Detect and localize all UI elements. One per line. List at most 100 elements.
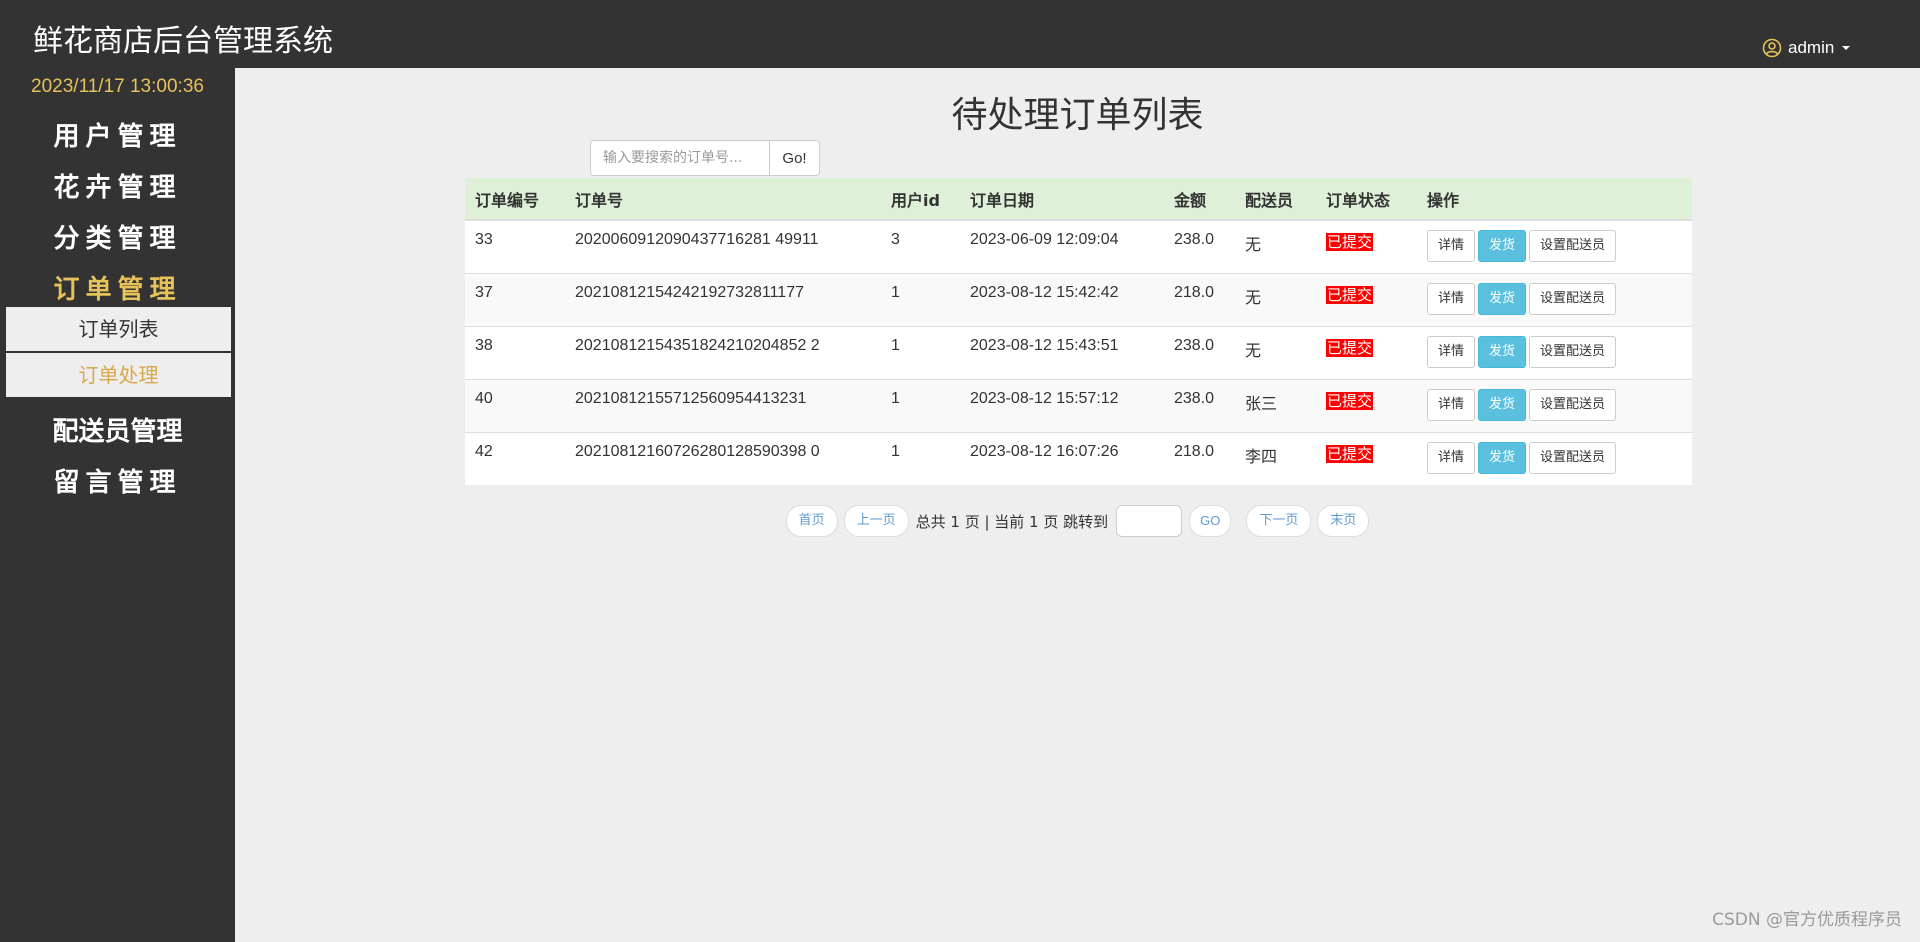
detail-button[interactable]: 详情 [1427, 230, 1476, 262]
table-row: 37 20210812154242192732811177 1 2023-08-… [465, 272, 1692, 326]
cell-amount: 218.0 [1164, 272, 1235, 326]
set-courier-button[interactable]: 设置配送员 [1529, 335, 1617, 368]
top-header: 鲜花商店后台管理系统 admin [0, 0, 1920, 68]
cell-actions: 详情 发货 设置配送员 [1417, 378, 1692, 432]
last-page-button[interactable]: 末页 [1317, 505, 1370, 537]
jump-page-input[interactable] [1116, 505, 1183, 537]
cell-status: 已提交 [1316, 431, 1417, 485]
ship-button[interactable]: 发货 [1478, 388, 1527, 421]
sidebar-item-courier-management[interactable]: 配送员管理 [0, 411, 235, 448]
sidebar-item-category-management[interactable]: 分类管理 [0, 218, 235, 255]
cell-status: 已提交 [1316, 272, 1417, 326]
status-badge: 已提交 [1326, 338, 1374, 357]
chevron-down-icon [1842, 46, 1851, 50]
col-header-status: 订单状态 [1316, 178, 1417, 221]
cell-order-id: 42 [465, 431, 565, 485]
col-header-courier: 配送员 [1235, 178, 1316, 221]
table-row: 42 20210812160726280128590398 0 1 2023-0… [465, 431, 1692, 485]
cell-amount: 238.0 [1164, 325, 1235, 379]
detail-button[interactable]: 详情 [1427, 388, 1476, 421]
set-courier-button[interactable]: 设置配送员 [1529, 441, 1617, 474]
table-row: 40 20210812155712560954413231 1 2023-08-… [465, 378, 1692, 432]
cell-actions: 详情 发货 设置配送员 [1417, 272, 1692, 326]
cell-actions: 详情 发货 设置配送员 [1417, 431, 1692, 485]
col-header-actions: 操作 [1417, 178, 1692, 221]
cell-order-date: 2023-08-12 15:57:12 [960, 378, 1164, 432]
col-header-order-no: 订单号 [565, 178, 881, 221]
ship-button[interactable]: 发货 [1478, 441, 1527, 474]
watermark: CSDN @官方优质程序员 [1712, 910, 1902, 930]
sidebar-subitem-order-list[interactable]: 订单列表 [6, 307, 231, 351]
col-header-amount: 金额 [1164, 178, 1235, 221]
jump-go-button[interactable]: GO [1189, 505, 1232, 537]
set-courier-button[interactable]: 设置配送员 [1529, 388, 1617, 421]
cell-order-no: 20210812155712560954413231 [565, 378, 881, 432]
cell-status: 已提交 [1316, 325, 1417, 379]
col-header-user-id: 用户id [881, 178, 960, 221]
set-courier-button[interactable]: 设置配送员 [1529, 230, 1617, 262]
cell-courier: 李四 [1235, 431, 1316, 485]
cell-status: 已提交 [1316, 378, 1417, 432]
col-header-order-id: 订单编号 [465, 178, 565, 221]
username[interactable]: admin [1788, 38, 1834, 58]
user-menu[interactable]: admin [1762, 38, 1851, 58]
app-title: 鲜花商店后台管理系统 [33, 24, 333, 59]
cell-user-id: 1 [881, 378, 960, 432]
cell-order-date: 2023-06-09 12:09:04 [960, 219, 1164, 273]
cell-courier: 张三 [1235, 378, 1316, 432]
status-badge: 已提交 [1326, 285, 1374, 304]
cell-actions: 详情 发货 设置配送员 [1417, 219, 1692, 273]
cell-order-no: 2020060912090437716281 49911 [565, 219, 881, 273]
detail-button[interactable]: 详情 [1427, 335, 1476, 368]
table-header-row: 订单编号 订单号 用户id 订单日期 金额 配送员 订单状态 操作 [465, 178, 1692, 221]
next-page-button[interactable]: 下一页 [1246, 505, 1312, 537]
status-badge: 已提交 [1326, 391, 1374, 410]
cell-status: 已提交 [1316, 219, 1417, 273]
cell-user-id: 1 [881, 431, 960, 485]
cell-order-date: 2023-08-12 15:43:51 [960, 325, 1164, 379]
search-go-button[interactable]: Go! [770, 140, 820, 176]
orders-table: 订单编号 订单号 用户id 订单日期 金额 配送员 订单状态 操作 33 202… [465, 178, 1692, 485]
cell-order-no: 20210812154242192732811177 [565, 272, 881, 326]
sidebar-item-message-management[interactable]: 留言管理 [0, 462, 235, 499]
cell-amount: 218.0 [1164, 431, 1235, 485]
pagination: 首页 上一页 总共 1 页 | 当前 1 页 跳转到 GO 下一页 末页 [0, 505, 1920, 537]
status-badge: 已提交 [1326, 444, 1374, 463]
cell-order-id: 33 [465, 219, 565, 273]
detail-button[interactable]: 详情 [1427, 282, 1476, 315]
cell-order-date: 2023-08-12 15:42:42 [960, 272, 1164, 326]
cell-amount: 238.0 [1164, 219, 1235, 273]
cell-courier: 无 [1235, 272, 1316, 326]
ship-button[interactable]: 发货 [1478, 282, 1527, 315]
user-circle-icon [1762, 38, 1782, 58]
cell-courier: 无 [1235, 219, 1316, 273]
order-search-input[interactable] [590, 140, 770, 176]
first-page-button[interactable]: 首页 [785, 505, 838, 537]
sidebar-item-user-management[interactable]: 用户管理 [0, 116, 235, 153]
ship-button[interactable]: 发货 [1478, 335, 1527, 368]
sidebar-item-order-management[interactable]: 订单管理 [0, 269, 235, 306]
cell-amount: 238.0 [1164, 378, 1235, 432]
page-info: 总共 1 页 | 当前 1 页 跳转到 [915, 512, 1109, 531]
set-courier-button[interactable]: 设置配送员 [1529, 282, 1617, 315]
sidebar-clock: 2023/11/17 13:00:36 [31, 76, 204, 97]
cell-user-id: 1 [881, 272, 960, 326]
cell-order-id: 37 [465, 272, 565, 326]
cell-order-no: 20210812160726280128590398 0 [565, 431, 881, 485]
cell-order-no: 20210812154351824210204852 2 [565, 325, 881, 379]
cell-order-id: 38 [465, 325, 565, 379]
sidebar-subitem-order-processing[interactable]: 订单处理 [6, 353, 231, 397]
cell-user-id: 1 [881, 325, 960, 379]
ship-button[interactable]: 发货 [1478, 230, 1527, 262]
col-header-order-date: 订单日期 [960, 178, 1164, 221]
table-row: 38 20210812154351824210204852 2 1 2023-0… [465, 325, 1692, 379]
table-row: 33 2020060912090437716281 49911 3 2023-0… [465, 219, 1692, 273]
cell-user-id: 3 [881, 219, 960, 273]
status-badge: 已提交 [1326, 233, 1374, 251]
cell-courier: 无 [1235, 325, 1316, 379]
cell-order-id: 40 [465, 378, 565, 432]
cell-order-date: 2023-08-12 16:07:26 [960, 431, 1164, 485]
detail-button[interactable]: 详情 [1427, 441, 1476, 474]
prev-page-button[interactable]: 上一页 [843, 505, 909, 537]
sidebar-item-flower-management[interactable]: 花卉管理 [0, 167, 235, 204]
